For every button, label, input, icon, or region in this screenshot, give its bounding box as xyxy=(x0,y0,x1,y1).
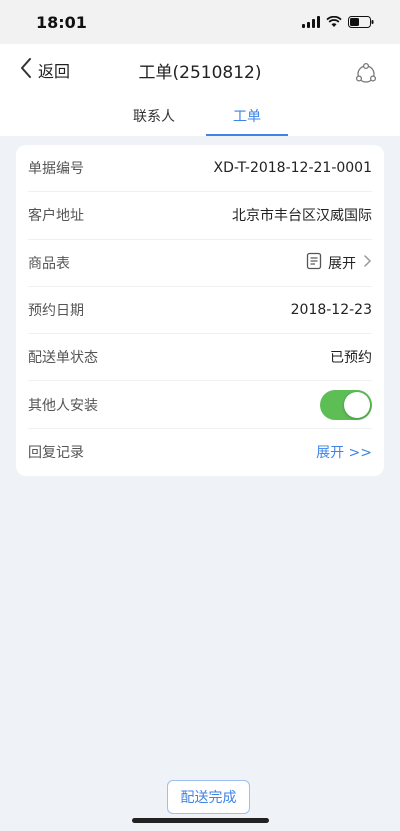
wifi-icon xyxy=(326,16,342,28)
delivery-status-label: 配送单状态 xyxy=(28,350,98,367)
other-install-toggle[interactable] xyxy=(320,389,372,420)
active-tab-indicator xyxy=(206,134,288,136)
share-icon[interactable] xyxy=(354,62,378,86)
row-delivery-status: 配送单状态 已预约 xyxy=(28,334,372,382)
home-indicator xyxy=(132,818,269,823)
reply-log-expand-link[interactable]: 展开 >> xyxy=(316,442,372,462)
row-order-number: 单据编号 XD-T-2018-12-21-0001 xyxy=(28,145,373,193)
row-products[interactable]: 商品表 展开 xyxy=(28,240,372,287)
status-icons xyxy=(302,16,374,28)
row-reply-log: 回复记录 展开 >> xyxy=(28,429,372,476)
document-icon xyxy=(306,252,322,274)
other-install-label: 其他人安装 xyxy=(28,397,98,414)
products-expand[interactable]: 展开 xyxy=(306,252,372,274)
row-other-install: 其他人安装 xyxy=(28,381,372,429)
tab-bar: 联系人 工单 xyxy=(0,96,400,136)
details-card: 单据编号 XD-T-2018-12-21-0001 客户地址 北京市丰台区汉威国… xyxy=(16,145,384,476)
chevron-right-icon xyxy=(362,253,372,272)
order-number-label: 单据编号 xyxy=(28,161,84,178)
tab-contacts[interactable]: 联系人 xyxy=(114,96,194,136)
appointment-date-label: 预约日期 xyxy=(28,303,84,320)
customer-address-value: 北京市丰台区汉威国际 xyxy=(232,208,372,225)
row-appointment-date: 预约日期 2018-12-23 xyxy=(28,287,372,335)
tab-workorder[interactable]: 工单 xyxy=(206,96,288,136)
signal-icon xyxy=(302,16,320,28)
toggle-knob xyxy=(344,391,370,418)
order-number-value: XD-T-2018-12-21-0001 xyxy=(213,160,373,177)
row-customer-address: 客户地址 北京市丰台区汉威国际 xyxy=(28,192,372,240)
battery-icon xyxy=(348,16,374,28)
appointment-date-value: 2018-12-23 xyxy=(290,302,372,319)
status-time: 18:01 xyxy=(36,12,87,32)
complete-delivery-button[interactable]: 配送完成 xyxy=(167,780,250,814)
products-label: 商品表 xyxy=(28,255,70,272)
delivery-status-value: 已预约 xyxy=(330,350,372,367)
status-bar: 18:01 xyxy=(0,0,400,44)
page-title: 工单(2510812) xyxy=(138,63,262,83)
nav-bar: 返回 工单(2510812) 联系人 工单 xyxy=(0,44,400,136)
reply-log-label: 回复记录 xyxy=(28,445,84,462)
customer-address-label: 客户地址 xyxy=(28,208,84,225)
products-expand-label: 展开 xyxy=(328,255,356,272)
